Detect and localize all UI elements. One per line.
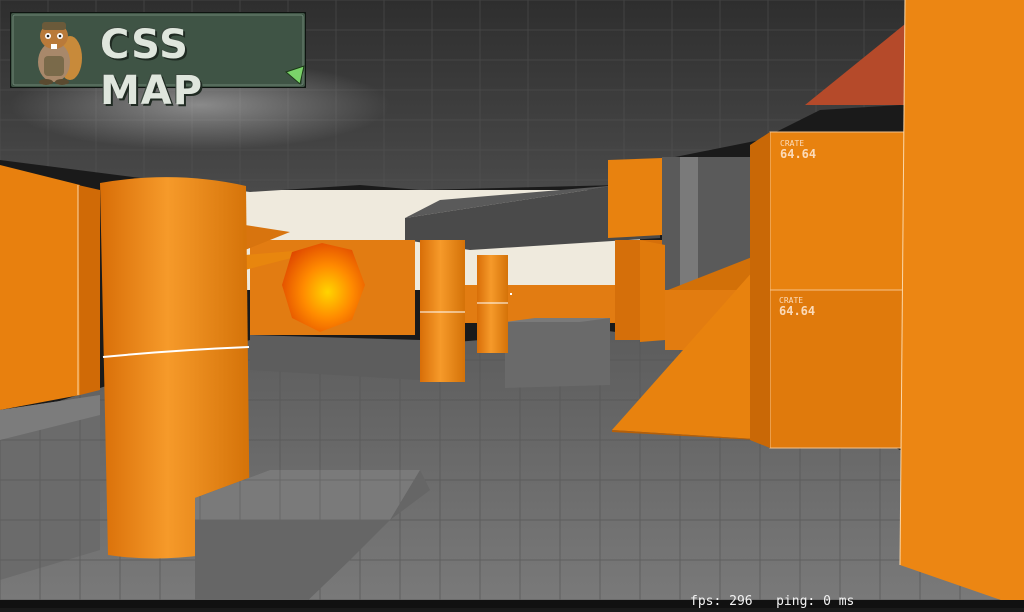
pillar-center bbox=[420, 240, 465, 382]
crate-size-text: 64.64 bbox=[779, 304, 816, 318]
ping-label: ping: bbox=[776, 594, 816, 609]
ping-value: 0 ms bbox=[823, 594, 855, 609]
right-wall bbox=[900, 0, 1024, 608]
fps-value: 296 bbox=[729, 594, 753, 609]
left-wall bbox=[0, 165, 80, 410]
center-block bbox=[505, 318, 610, 388]
hud-stats: fps: 296 ping: 0 ms bbox=[690, 594, 854, 609]
crate-size-text: 64.64 bbox=[780, 147, 817, 161]
pillar-far bbox=[477, 255, 508, 353]
game-viewport[interactable]: CRATE 64.64 CRATE 64.64 CSS MAP fps: 296… bbox=[0, 0, 1024, 609]
crate-label-upper: CRATE 64.64 bbox=[780, 140, 817, 161]
crosshair-icon bbox=[510, 293, 512, 295]
css-map-logo: CSS MAP bbox=[10, 12, 306, 114]
beaver-mascot-icon bbox=[38, 22, 82, 85]
fps-label: fps: bbox=[690, 594, 722, 609]
crate-label-lower: CRATE 64.64 bbox=[779, 297, 816, 318]
logo-title: CSS MAP bbox=[100, 22, 204, 114]
